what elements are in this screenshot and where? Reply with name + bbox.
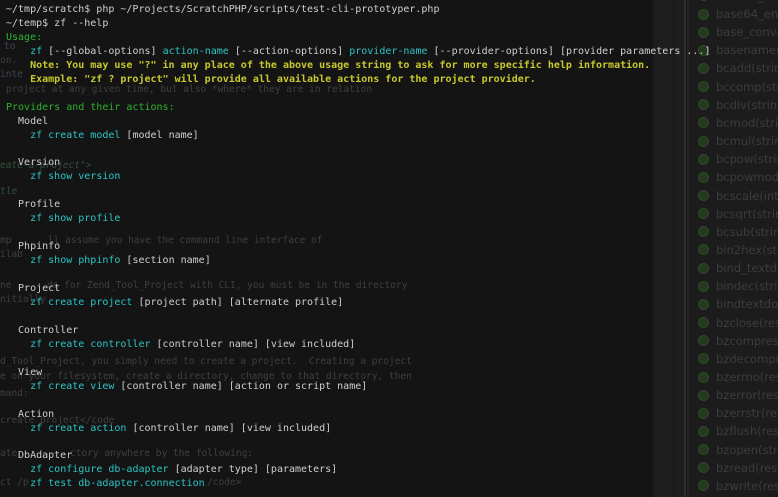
terminal-line: Usage: — [6, 32, 42, 43]
terminal-text-segment: zf test db-adapter.connection — [30, 478, 205, 489]
terminal-line: zf create model [model name] — [6, 130, 199, 141]
terminal-text-segment — [6, 46, 30, 57]
terminal-line: Providers and their actions: — [6, 102, 175, 113]
terminal-text-segment: [model name] — [120, 130, 198, 141]
terminal-line: zf configure db-adapter [adapter type] [… — [6, 464, 337, 475]
terminal-text-segment: [--global-options] — [42, 46, 162, 57]
terminal-text-segment: zf create view — [30, 381, 114, 392]
terminal-line: zf show phpinfo [section name] — [6, 255, 211, 266]
terminal-line: zf create controller [controller name] [… — [6, 339, 355, 350]
terminal-text-segment: zf create controller — [30, 339, 150, 350]
terminal-text-segment: action-name — [163, 46, 229, 57]
terminal-line: Phpinfo — [6, 241, 60, 252]
terminal-line: zf show profile — [6, 213, 120, 224]
terminal-line: Example: "zf ? project" will provide all… — [6, 74, 536, 85]
terminal-text-segment — [6, 339, 30, 350]
terminal-line: Note: You may use "?" in any place of th… — [6, 60, 650, 71]
terminal-text-segment: [--provider-options] [provider parameter… — [428, 46, 711, 57]
terminal-text-segment: zf show version — [30, 171, 120, 182]
terminal-text-segment: Model — [6, 116, 48, 127]
screen: base64_decobase64_encbase_converbasename… — [0, 0, 778, 497]
terminal-text-segment: [controller name] [view included] — [151, 339, 356, 350]
terminal-line: Project — [6, 283, 60, 294]
terminal-line: Profile — [6, 199, 60, 210]
terminal-line: View — [6, 367, 42, 378]
terminal-text-segment: zf create project — [30, 297, 132, 308]
terminal-text-segment: [adapter type] [parameters] — [169, 464, 338, 475]
terminal-text-segment — [6, 255, 30, 266]
terminal-line: zf create action [controller name] [view… — [6, 423, 331, 434]
terminal-line: zf [--global-options] action-name [--act… — [6, 46, 710, 57]
terminal-text-segment: [controller name] [view included] — [126, 423, 331, 434]
terminal-text-segment — [6, 213, 30, 224]
terminal-text-segment: Usage: — [6, 32, 42, 43]
terminal-text-segment: Note: You may use "?" in any place of th… — [6, 60, 650, 71]
terminal-text-segment: Action — [6, 409, 54, 420]
terminal-text-segment: Version — [6, 157, 60, 168]
terminal-line: Version — [6, 157, 60, 168]
terminal-output: ~/tmp/scratch$ php ~/Projects/ScratchPHP… — [0, 0, 778, 497]
terminal-line: zf create view [controller name] [action… — [6, 381, 367, 392]
terminal-text-segment: Controller — [6, 325, 78, 336]
terminal-line: DbAdapter — [6, 450, 72, 461]
terminal-line: Controller — [6, 325, 78, 336]
terminal-text-segment: ~/tmp/scratch$ php ~/Projects/ScratchPHP… — [6, 4, 439, 15]
terminal-text-segment: zf create action — [30, 423, 126, 434]
terminal-text-segment: provider-name — [349, 46, 427, 57]
terminal-line: zf test db-adapter.connection — [6, 478, 205, 489]
terminal-line: zf create project [project path] [altern… — [6, 297, 343, 308]
terminal-text-segment: Profile — [6, 199, 60, 210]
terminal-text-segment: [project path] [alternate profile] — [132, 297, 343, 308]
terminal-text-segment: ~/temp$ zf --help — [6, 18, 108, 29]
terminal-text-segment: Phpinfo — [6, 241, 60, 252]
terminal-line: ~/tmp/scratch$ php ~/Projects/ScratchPHP… — [6, 4, 439, 15]
terminal-text-segment — [6, 381, 30, 392]
terminal-text-segment: View — [6, 367, 42, 378]
terminal-text-segment: zf — [30, 46, 42, 57]
terminal-text-segment — [6, 423, 30, 434]
terminal-text-segment: [controller name] [action or script name… — [114, 381, 367, 392]
terminal-text-segment: Providers and their actions: — [6, 102, 175, 113]
terminal-text-segment: Project — [6, 283, 60, 294]
terminal-text-segment: Example: "zf ? project" will provide all… — [6, 74, 536, 85]
terminal-line: zf show version — [6, 171, 120, 182]
terminal-text-segment — [6, 130, 30, 141]
terminal-text-segment: zf create model — [30, 130, 120, 141]
terminal-text-segment: zf configure db-adapter — [30, 464, 168, 475]
terminal-line: ~/temp$ zf --help — [6, 18, 108, 29]
terminal-text-segment — [6, 297, 30, 308]
terminal-text-segment — [6, 171, 30, 182]
terminal-text-segment — [6, 478, 30, 489]
terminal-text-segment: zf show phpinfo — [30, 255, 120, 266]
terminal-line: Action — [6, 409, 54, 420]
terminal-text-segment: [section name] — [120, 255, 210, 266]
terminal-text-segment: zf show profile — [30, 213, 120, 224]
terminal-text-segment: DbAdapter — [6, 450, 72, 461]
terminal-text-segment: [--action-options] — [229, 46, 349, 57]
terminal-line: Model — [6, 116, 48, 127]
terminal-text-segment — [6, 464, 30, 475]
